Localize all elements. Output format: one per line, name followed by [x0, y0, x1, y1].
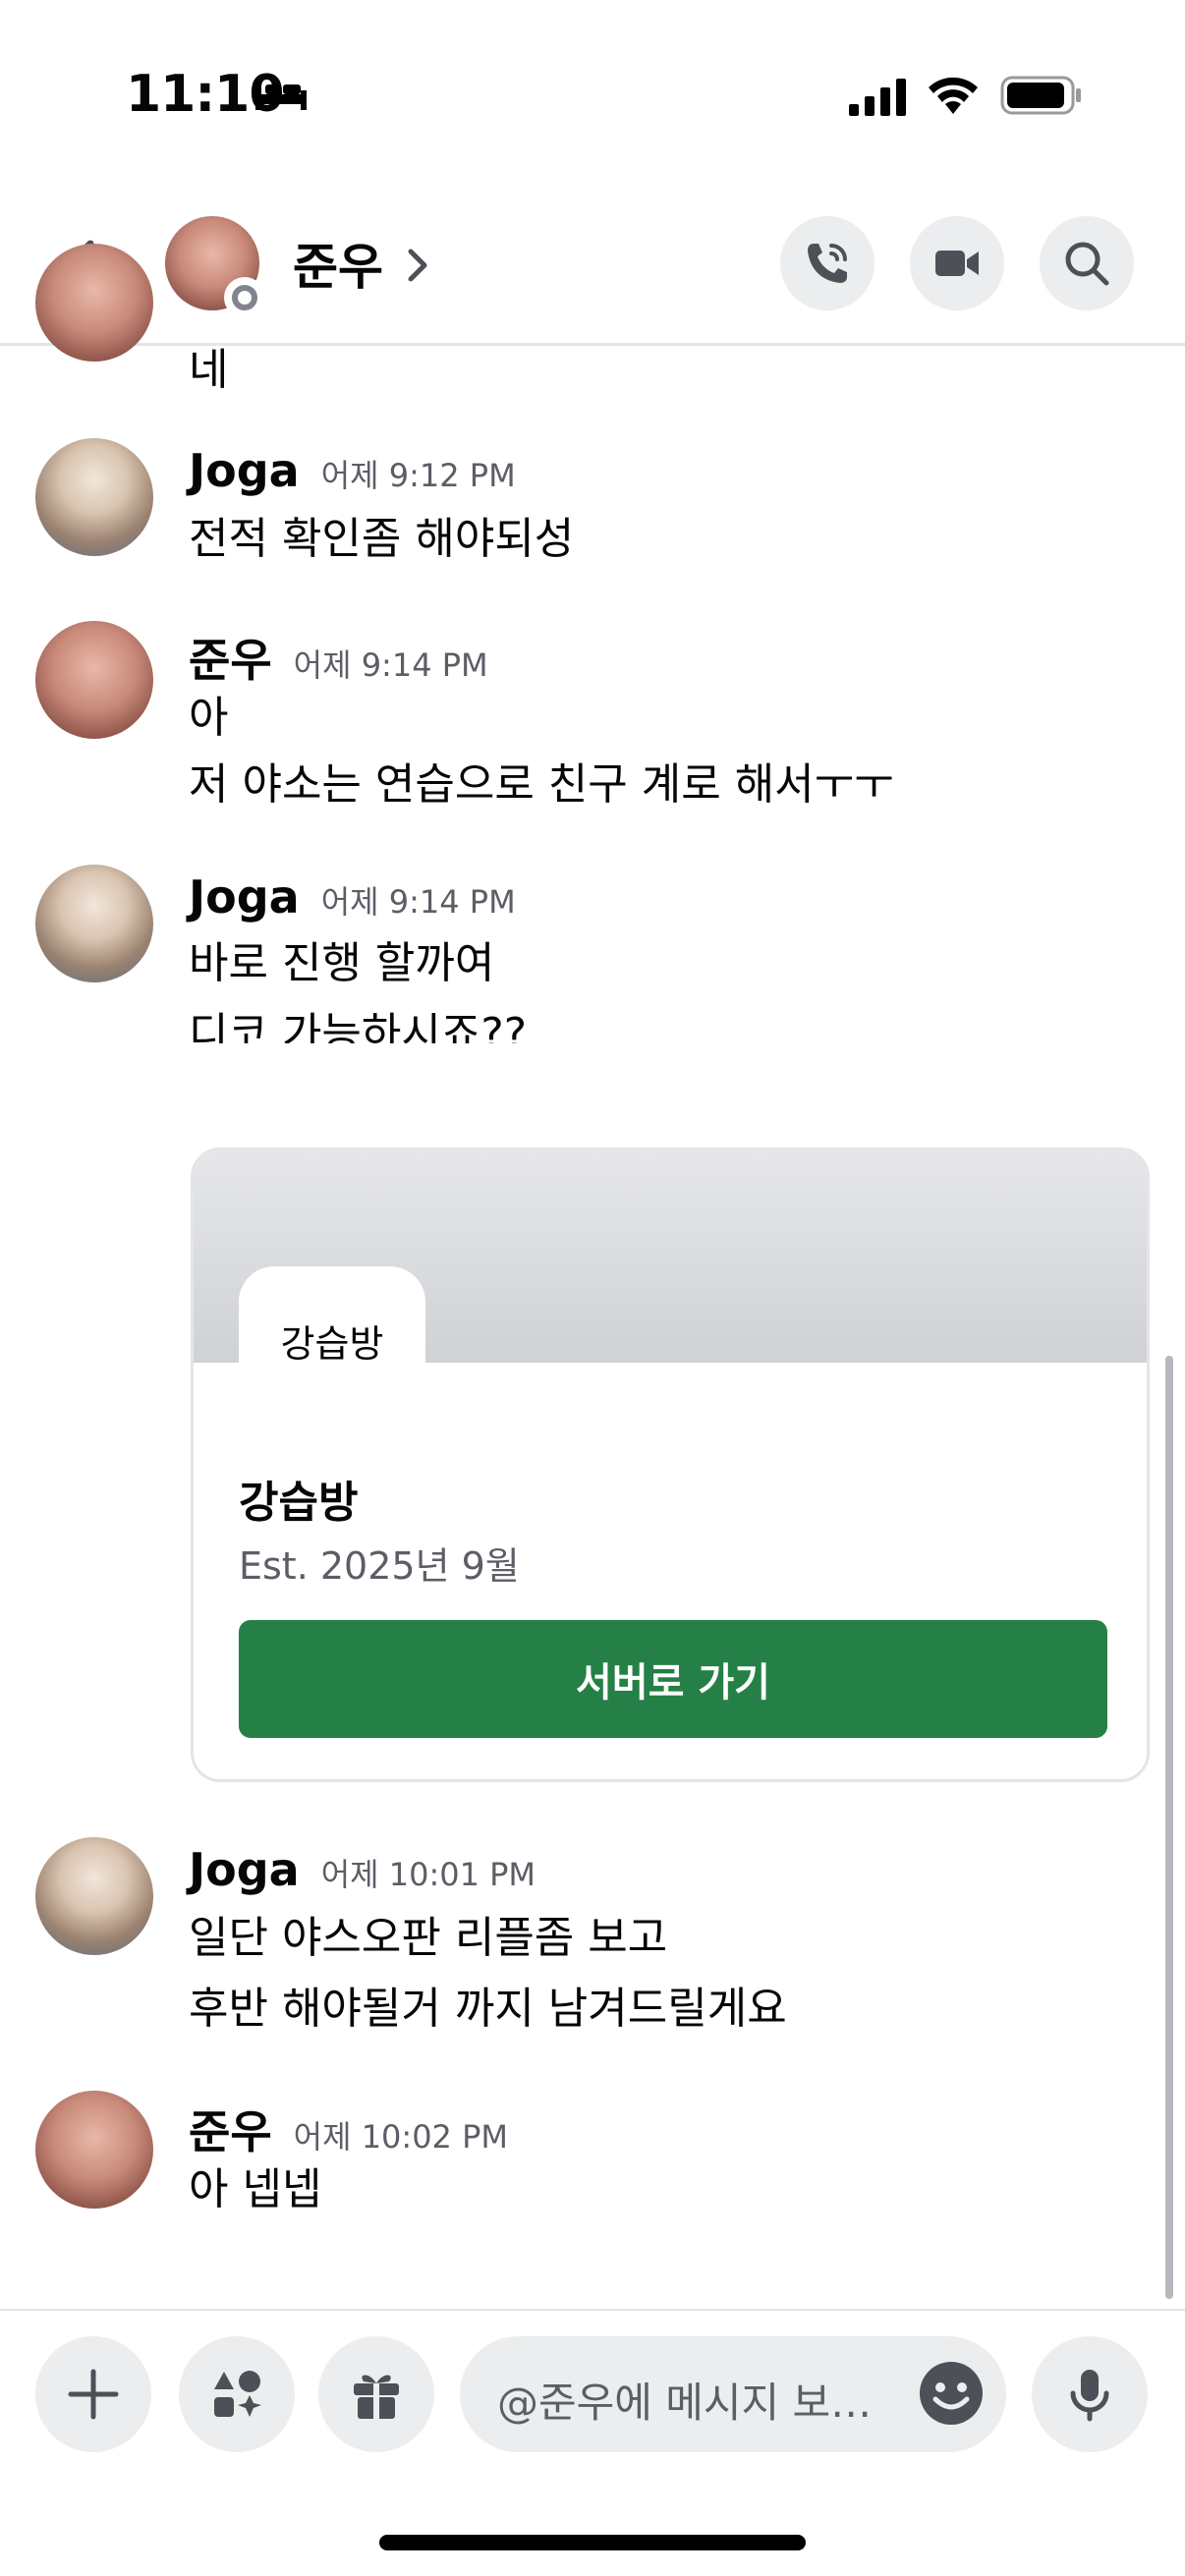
message-text: 네: [189, 345, 229, 395]
plus-icon: [68, 2369, 119, 2420]
message-input[interactable]: @준우에 메시지 보…: [460, 2336, 1006, 2452]
avatar[interactable]: [35, 244, 153, 362]
server-invite-card[interactable]: 강습방 강습방 Est. 2025년 9월 서버로 가기: [191, 1148, 1150, 1782]
message-timestamp: 어제 9:14 PM: [320, 883, 516, 921]
home-indicator[interactable]: [379, 2535, 806, 2550]
apps-icon: [214, 2371, 261, 2417]
offline-status-icon: [224, 277, 265, 318]
battery-icon: [1000, 76, 1081, 115]
channel-header: 31 준우: [0, 187, 1185, 346]
message-text: 바로 진행 할까여: [189, 938, 495, 988]
message-text: 아: [189, 693, 229, 743]
avatar[interactable]: [35, 438, 153, 556]
scrollbar[interactable]: [1165, 1356, 1173, 2299]
phone-call-icon: [808, 244, 847, 283]
avatar[interactable]: [35, 865, 153, 982]
attach-button[interactable]: [35, 2336, 151, 2452]
cellular-signal-icon: [849, 79, 906, 116]
message-timestamp: 어제 9:12 PM: [320, 457, 516, 494]
voice-call-button[interactable]: [780, 216, 875, 310]
microphone-icon: [1070, 2370, 1109, 2422]
avatar[interactable]: [35, 2091, 153, 2209]
message-author[interactable]: Joga: [189, 444, 300, 497]
message-text: 후반 해야될거 까지 남겨드릴게요: [189, 1984, 787, 2034]
message-text: 일단 야스오판 리플좀 보고: [189, 1913, 668, 1963]
status-bar: 11:10: [0, 0, 1185, 187]
message-input-placeholder: @준우에 메시지 보…: [497, 2379, 873, 2427]
video-camera-icon: [935, 251, 979, 276]
emoji-icon[interactable]: [918, 2360, 985, 2427]
gift-button[interactable]: [318, 2336, 434, 2452]
message-author[interactable]: Joga: [189, 870, 300, 924]
apps-button[interactable]: [179, 2336, 295, 2452]
message-text: 저 야소는 연습으로 친구 계로 해서ㅜㅜ: [189, 759, 894, 810]
voice-message-button[interactable]: [1032, 2336, 1148, 2452]
gift-icon: [354, 2375, 399, 2419]
channel-name[interactable]: 준우: [293, 228, 383, 299]
message-timestamp: 어제 10:01 PM: [320, 1856, 536, 1893]
avatar[interactable]: [35, 1837, 153, 1955]
video-call-button[interactable]: [910, 216, 1004, 310]
message-timestamp: 어제 10:02 PM: [293, 2118, 508, 2156]
message-author[interactable]: Joga: [189, 1843, 300, 1896]
server-icon: 강습방: [239, 1266, 425, 1414]
chevron-right-icon[interactable]: [405, 244, 432, 287]
message-text: 디코 가능하시죠??: [189, 1009, 528, 1043]
search-icon: [1065, 242, 1109, 286]
message-author[interactable]: 준우: [189, 2097, 272, 2161]
go-to-server-button[interactable]: 서버로 가기: [239, 1620, 1107, 1738]
bed-icon: [255, 81, 307, 110]
server-name: 강습방: [239, 1478, 359, 1528]
message-text: 전적 확인좀 해야되성: [189, 514, 575, 564]
message-timestamp: 어제 9:14 PM: [293, 646, 488, 684]
avatar[interactable]: [35, 621, 153, 739]
wifi-icon: [929, 77, 978, 114]
message-composer: @준우에 메시지 보…: [0, 2309, 1185, 2452]
message-text: 아 넵넵: [189, 2164, 322, 2214]
server-established: Est. 2025년 9월: [239, 1544, 520, 1588]
message-author[interactable]: 준우: [189, 625, 272, 690]
search-button[interactable]: [1040, 216, 1134, 310]
